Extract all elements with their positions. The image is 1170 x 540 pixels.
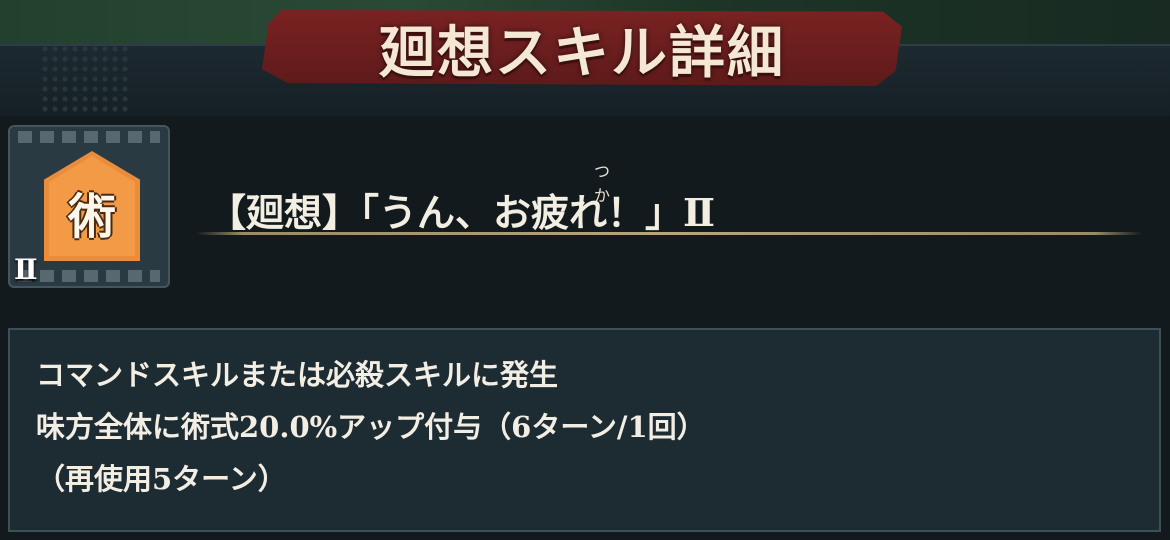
badge-inner: 術	[49, 156, 135, 256]
page-title: 廻想スキル詳細	[379, 20, 785, 86]
name-divider	[196, 232, 1142, 235]
description-line-2: 味方全体に術式20.0%アップ付与（6ターン/1回）	[36, 410, 706, 444]
decorative-pattern	[40, 44, 130, 112]
skill-name: 【廻想】「うん、お疲れ！」Ⅱ	[208, 190, 716, 235]
badge-character: 術	[67, 189, 116, 245]
title-banner: 廻想スキル詳細	[262, 10, 902, 86]
description-line-1: コマンドスキルまたは必殺スキルに発生	[36, 358, 559, 392]
description-panel: コマンドスキルまたは必殺スキルに発生 味方全体に術式20.0%アップ付与（6ター…	[8, 328, 1161, 532]
skill-rank: Ⅱ	[14, 253, 38, 286]
film-strip-bottom	[18, 270, 160, 282]
skill-icon-frame[interactable]: 術 Ⅱ	[8, 125, 170, 288]
jutsu-badge-icon: 術	[44, 151, 140, 261]
film-strip-top	[18, 131, 160, 143]
description-line-3: （再使用5ターン）	[36, 462, 287, 496]
